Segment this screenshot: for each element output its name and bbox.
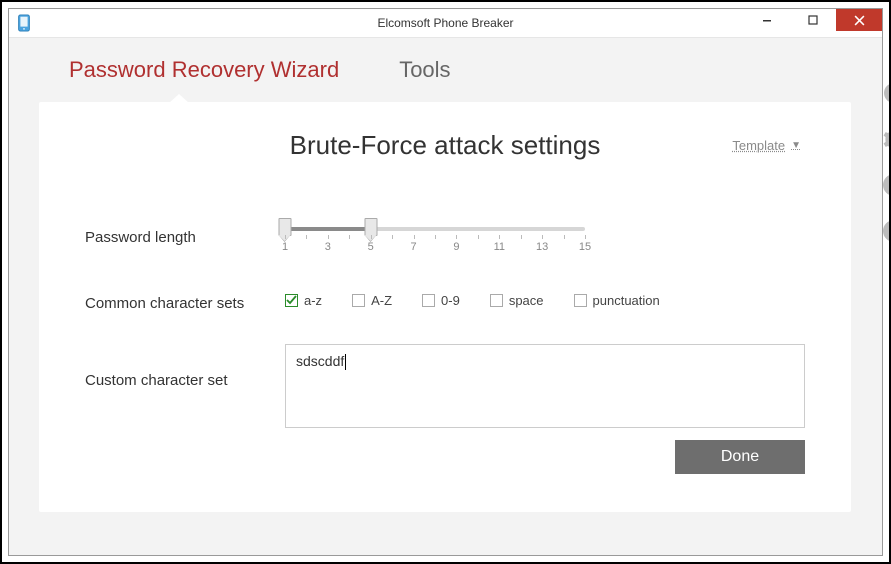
custom-charset-value: sdscddf xyxy=(296,353,344,369)
info-icon[interactable]: i xyxy=(881,218,891,244)
tab-tools[interactable]: Tools xyxy=(399,57,450,83)
charset-label: A-Z xyxy=(371,293,392,308)
tabs-row: Password Recovery Wizard Tools xyxy=(39,38,851,102)
active-tab-notch xyxy=(169,94,189,103)
checkbox-icon xyxy=(352,294,365,307)
checkbox-icon xyxy=(422,294,435,307)
slider-tick xyxy=(371,235,372,239)
slider-handle-high[interactable] xyxy=(364,218,377,236)
slider-tick xyxy=(392,235,393,239)
charset-label: space xyxy=(509,293,544,308)
row-custom-set: Custom character set sdscddf xyxy=(85,344,805,428)
chevron-down-icon: ▼ xyxy=(791,140,801,151)
slider-tick xyxy=(478,235,479,239)
settings-card: Brute-Force attack settings Template ▼ P… xyxy=(39,102,851,512)
template-dropdown[interactable]: Template ▼ xyxy=(732,138,801,153)
slider-handle-low[interactable] xyxy=(279,218,292,236)
slider-track xyxy=(285,227,585,231)
slider-tick xyxy=(499,235,500,239)
card-header: Brute-Force attack settings Template ▼ xyxy=(85,130,805,161)
row-password-length: Password length 13579111315 xyxy=(85,221,805,255)
slider-tick-label: 13 xyxy=(536,241,548,253)
slider-tick-label: 3 xyxy=(325,241,331,253)
slider-tick xyxy=(328,235,329,239)
slider-tick-label: 1 xyxy=(282,241,288,253)
charset-label: 0-9 xyxy=(441,293,460,308)
slider-tick xyxy=(542,235,543,239)
app-icon xyxy=(15,14,33,32)
slider-tick xyxy=(285,235,286,239)
charset-checkbox-row: a-z A-Z 0-9 xyxy=(285,287,805,308)
label-password-length: Password length xyxy=(85,221,285,246)
titlebar: Elcomsoft Phone Breaker xyxy=(9,9,882,38)
app-window: Elcomsoft Phone Breaker Password Recover… xyxy=(8,8,883,556)
row-common-sets: Common character sets a-z xyxy=(85,287,805,312)
slider-tick xyxy=(435,235,436,239)
charset-digits[interactable]: 0-9 xyxy=(422,293,460,308)
done-button[interactable]: Done xyxy=(675,440,805,474)
main-column: Password Recovery Wizard Tools Brute-For… xyxy=(9,38,881,555)
slider-ticks: 13579111315 xyxy=(285,235,585,255)
right-rail: ? i xyxy=(881,38,891,555)
slider-tick xyxy=(349,235,350,239)
charset-AZ[interactable]: A-Z xyxy=(352,293,392,308)
clock-icon[interactable] xyxy=(881,80,891,106)
close-button[interactable] xyxy=(836,9,882,31)
slider-tick xyxy=(585,235,586,239)
content-area: Password Recovery Wizard Tools Brute-For… xyxy=(9,38,882,555)
slider-tick xyxy=(521,235,522,239)
slider-fill xyxy=(285,227,371,231)
slider-tick-label: 15 xyxy=(579,241,591,253)
card-title: Brute-Force attack settings xyxy=(290,130,601,161)
text-cursor xyxy=(345,354,346,370)
slider-tick xyxy=(414,235,415,239)
screenshot-frame: Elcomsoft Phone Breaker Password Recover… xyxy=(0,0,891,564)
slider-tick-label: 5 xyxy=(368,241,374,253)
template-label: Template xyxy=(732,138,785,153)
charset-space[interactable]: space xyxy=(490,293,544,308)
checkbox-icon xyxy=(490,294,503,307)
tab-password-recovery[interactable]: Password Recovery Wizard xyxy=(69,57,339,83)
charset-az[interactable]: a-z xyxy=(285,293,322,308)
maximize-button[interactable] xyxy=(790,9,836,31)
checkbox-icon xyxy=(574,294,587,307)
slider-tick xyxy=(456,235,457,239)
charset-label: a-z xyxy=(304,293,322,308)
label-custom-set: Custom character set xyxy=(85,344,285,389)
slider-tick xyxy=(306,235,307,239)
slider-tick-label: 11 xyxy=(494,241,505,253)
footer-row: Done xyxy=(85,440,805,474)
minimize-button[interactable] xyxy=(744,9,790,31)
charset-punctuation[interactable]: punctuation xyxy=(574,293,660,308)
slider-tick xyxy=(564,235,565,239)
checkbox-icon xyxy=(285,294,298,307)
gear-icon[interactable] xyxy=(881,126,891,152)
charset-label: punctuation xyxy=(593,293,660,308)
custom-charset-input[interactable]: sdscddf xyxy=(285,344,805,428)
password-length-slider[interactable]: 13579111315 xyxy=(285,221,585,255)
slider-tick-label: 9 xyxy=(453,241,459,253)
window-controls xyxy=(744,9,882,31)
slider-tick-label: 7 xyxy=(411,241,417,253)
help-icon[interactable]: ? xyxy=(881,172,891,198)
label-common-sets: Common character sets xyxy=(85,287,285,312)
